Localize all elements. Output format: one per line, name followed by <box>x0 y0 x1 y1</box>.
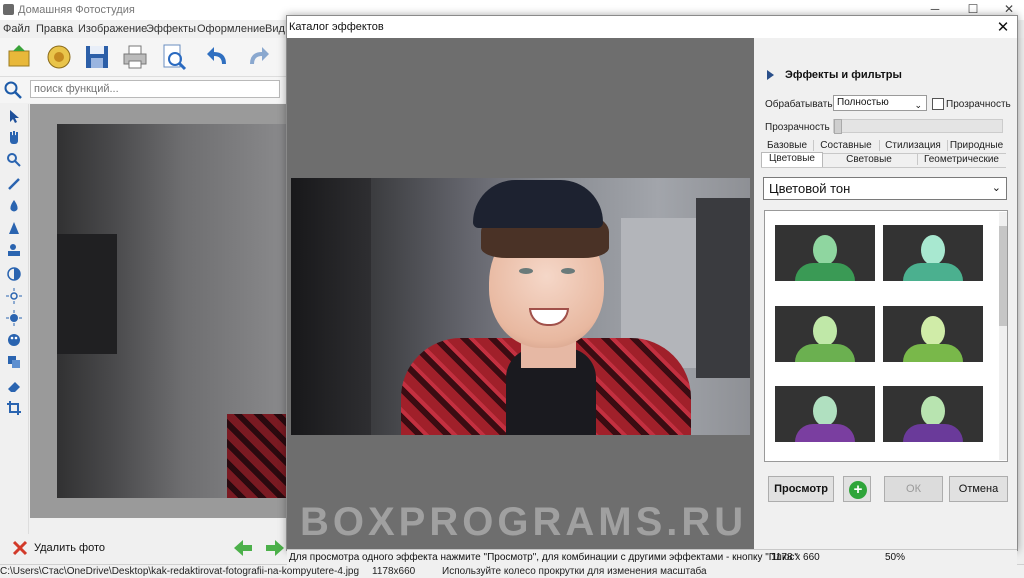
prev-arrow-icon[interactable] <box>232 538 254 558</box>
process-label: Обрабатывать <box>765 99 833 110</box>
panel-title: Эффекты и фильтры <box>785 69 902 81</box>
crop-icon[interactable] <box>6 400 22 416</box>
left-toolbar <box>0 104 29 534</box>
scroll-thumb[interactable] <box>999 226 1007 326</box>
watermark: BOXPROGRAMS.RU <box>300 500 748 544</box>
transparency-label: Прозрачность <box>765 122 830 133</box>
tab-composite[interactable]: Составные <box>813 140 880 151</box>
transparency-slider[interactable] <box>833 119 1003 134</box>
stamp-icon[interactable] <box>6 242 22 258</box>
search-input[interactable] <box>30 80 280 98</box>
transparency-checkbox[interactable] <box>932 98 944 110</box>
effect-thumbnail[interactable] <box>883 306 983 362</box>
dialog-zoom: 50% <box>885 552 906 563</box>
effects-catalog-dialog: Каталог эффектов ✕ Эффекты и фильтры Обр… <box>286 15 1018 566</box>
app-title: Домашняя Фотостудия <box>18 4 135 16</box>
dialog-titlebar: Каталог эффектов ✕ <box>287 16 1017 38</box>
menu-design[interactable]: Оформление <box>197 23 265 35</box>
sharpen-icon[interactable] <box>6 220 22 236</box>
process-value: Полностью <box>837 97 889 108</box>
left-status-area: Удалить фото <box>0 534 286 564</box>
effects-icon[interactable] <box>44 42 74 72</box>
chevron-down-icon: ⌄ <box>914 100 922 110</box>
dialog-hint: Для просмотра одного эффекта нажмите "Пр… <box>289 552 798 563</box>
dialog-close-button[interactable]: ✕ <box>993 18 1013 36</box>
menu-effects[interactable]: Эффекты <box>146 23 196 35</box>
category-select[interactable]: Цветовой тон ⌄ <box>763 177 1007 200</box>
panel-arrow-icon <box>767 70 774 80</box>
brush-icon[interactable] <box>6 176 22 192</box>
zoom-hint: Используйте колесо прокрутки для изменен… <box>442 566 707 577</box>
effect-thumbnail[interactable] <box>883 386 983 442</box>
process-select[interactable]: Полностью ⌄ <box>833 95 927 111</box>
effect-thumbnails <box>764 210 1008 462</box>
background-photo <box>57 124 286 498</box>
tab-stylization[interactable]: Стилизация <box>879 140 948 151</box>
undo-icon[interactable] <box>204 42 234 72</box>
search-icon <box>4 81 22 99</box>
layers-icon[interactable] <box>6 354 22 370</box>
zoom-icon[interactable] <box>6 152 22 168</box>
drop-icon[interactable] <box>6 198 22 214</box>
menu-edit[interactable]: Правка <box>36 23 73 35</box>
hand-icon[interactable] <box>6 130 22 146</box>
delete-photo-button[interactable]: Удалить фото <box>34 542 105 554</box>
tab-geometric[interactable]: Геометрические <box>917 154 1006 165</box>
ok-button[interactable]: ОК <box>884 476 943 502</box>
slider-thumb[interactable] <box>834 119 842 134</box>
tab-natural[interactable]: Природные <box>947 140 1006 151</box>
tabs-row-2: Цветовые Световые Геометрические <box>761 152 1006 168</box>
transparency-checkbox-label: Прозрачность <box>946 99 1011 110</box>
effect-thumbnail[interactable] <box>775 225 875 281</box>
tab-color[interactable]: Цветовые <box>761 152 823 167</box>
effects-panel: Эффекты и фильтры Обрабатывать Полностью… <box>755 38 1017 549</box>
next-arrow-icon[interactable] <box>266 538 286 558</box>
palette-icon[interactable] <box>6 332 22 348</box>
tab-basic[interactable]: Базовые <box>761 140 814 151</box>
dialog-image-size: 1178 x 660 <box>771 552 820 563</box>
dialog-statusbar: Для просмотра одного эффекта нажмите "Пр… <box>287 549 1017 566</box>
eraser-icon[interactable] <box>6 378 22 394</box>
chevron-down-icon: ⌄ <box>991 182 1001 194</box>
file-path: C:\Users\Стас\OneDrive\Desktop\kak-redak… <box>0 566 360 577</box>
redo-icon[interactable] <box>242 42 272 72</box>
preview-icon[interactable] <box>158 42 188 72</box>
app-icon <box>3 4 14 15</box>
plus-button[interactable]: + <box>843 476 871 502</box>
contrast-icon[interactable] <box>6 266 22 282</box>
effect-thumbnail[interactable] <box>775 386 875 442</box>
menu-view[interactable]: Вид <box>265 23 285 35</box>
plus-icon: + <box>849 481 867 499</box>
open-icon[interactable] <box>4 42 34 72</box>
save-icon[interactable] <box>82 42 112 72</box>
print-icon[interactable] <box>120 42 150 72</box>
delete-icon[interactable] <box>12 540 28 556</box>
effect-thumbnail[interactable] <box>883 225 983 281</box>
bottom-statusbar: C:\Users\Стас\OneDrive\Desktop\kak-redak… <box>0 564 1024 578</box>
tab-light[interactable]: Световые <box>821 154 918 165</box>
preview-button[interactable]: Просмотр <box>768 476 834 502</box>
menu-file[interactable]: Файл <box>3 23 30 35</box>
preview-area <box>287 38 754 549</box>
thumbnails-scrollbar[interactable] <box>999 212 1007 460</box>
pointer-icon[interactable] <box>6 108 22 124</box>
image-size: 1178x660 <box>372 566 416 577</box>
sun-icon[interactable] <box>6 310 22 326</box>
preview-photo <box>291 178 750 435</box>
effect-thumbnail[interactable] <box>775 306 875 362</box>
brightness-icon[interactable] <box>6 288 22 304</box>
cancel-button[interactable]: Отмена <box>949 476 1008 502</box>
category-value: Цветовой тон <box>769 181 851 196</box>
dialog-title: Каталог эффектов <box>289 21 384 33</box>
menu-image[interactable]: Изображение <box>78 23 147 35</box>
